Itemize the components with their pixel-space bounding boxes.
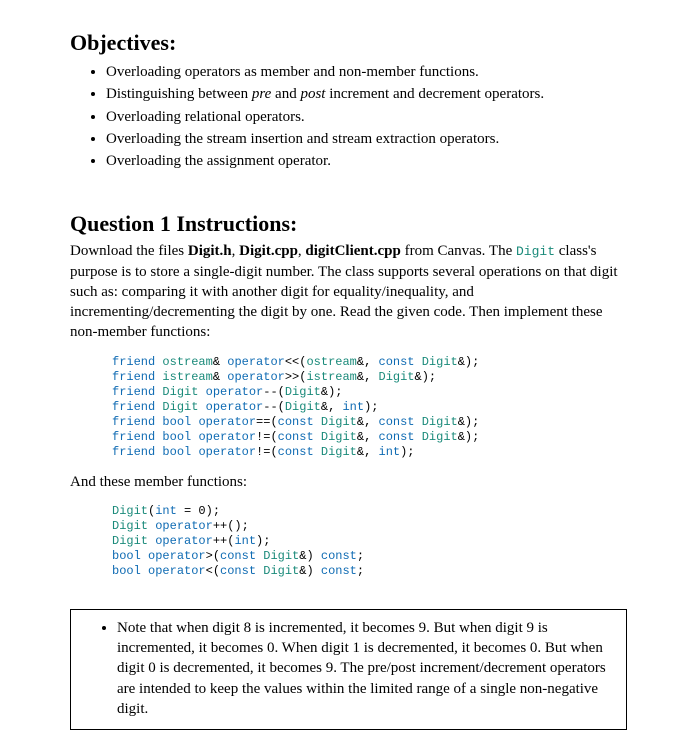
- objectives-heading: Objectives:: [70, 30, 627, 56]
- objective-emph: pre: [252, 86, 271, 102]
- class-name-inline: Digit: [516, 244, 555, 259]
- file-name: Digit.h: [188, 243, 232, 259]
- objectives-list: Overloading operators as member and non-…: [88, 62, 627, 171]
- objective-item: Overloading the stream insertion and str…: [106, 129, 627, 149]
- objective-text: Overloading relational operators.: [106, 109, 305, 125]
- objective-text: Overloading operators as member and non-…: [106, 64, 479, 80]
- objective-text: Distinguishing between: [106, 86, 252, 102]
- objective-item: Overloading relational operators.: [106, 107, 627, 127]
- mid-text: And these member functions:: [70, 472, 627, 492]
- objective-text: Overloading the stream insertion and str…: [106, 131, 499, 147]
- objective-item: Overloading the assignment operator.: [106, 151, 627, 171]
- question-heading: Question 1 Instructions:: [70, 211, 627, 237]
- note-box: Note that when digit 8 is incremented, i…: [70, 609, 627, 730]
- objective-emph: post: [300, 86, 325, 102]
- intro-paragraph: Download the files Digit.h, Digit.cpp, d…: [70, 241, 627, 342]
- note-item: Note that when digit 8 is incremented, i…: [117, 618, 616, 719]
- intro-text: from Canvas. The: [401, 243, 516, 259]
- file-name: digitClient.cpp: [305, 243, 400, 259]
- objective-item: Overloading operators as member and non-…: [106, 62, 627, 82]
- objective-text: increment and decrement operators.: [325, 86, 544, 102]
- objective-text: and: [271, 86, 300, 102]
- note-text: Note that when digit 8 is incremented, i…: [117, 620, 606, 717]
- file-name: Digit.cpp: [239, 243, 298, 259]
- nonmember-code-block: friend ostream& operator<<(ostream&, con…: [112, 355, 627, 460]
- objective-text: Overloading the assignment operator.: [106, 153, 331, 169]
- intro-text: Download the files: [70, 243, 188, 259]
- objective-item: Distinguishing between pre and post incr…: [106, 84, 627, 104]
- member-code-block: Digit(int = 0); Digit operator++(); Digi…: [112, 504, 627, 579]
